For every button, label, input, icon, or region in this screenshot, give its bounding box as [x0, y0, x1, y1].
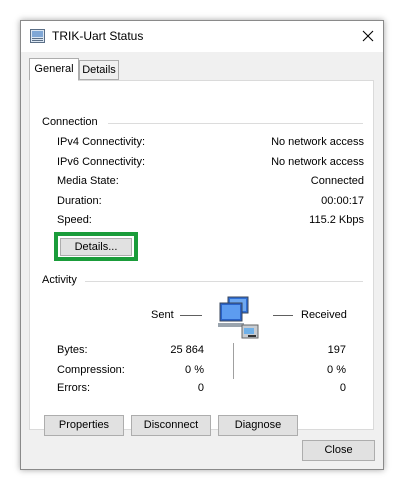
compression-received-value: 0 % [327, 364, 346, 376]
bytes-received-value: 197 [327, 344, 346, 356]
sent-dash [180, 315, 202, 316]
ipv4-label: IPv4 Connectivity: [57, 136, 146, 148]
ipv6-value: No network access [271, 156, 364, 168]
errors-label: Errors: [57, 382, 90, 394]
connection-heading: Connection [42, 116, 98, 128]
sent-label: Sent [151, 309, 174, 321]
properties-button[interactable]: Properties [44, 415, 124, 436]
details-button[interactable]: Details... [60, 238, 132, 256]
speed-label: Speed: [57, 214, 92, 226]
ipv4-value: No network access [271, 136, 364, 148]
status-dialog: TRIK-Uart Status General Details Connect… [20, 20, 384, 470]
activity-heading: Activity [42, 274, 77, 286]
duration-label: Duration: [57, 195, 102, 207]
ipv6-label: IPv6 Connectivity: [57, 156, 146, 168]
connection-divider [108, 123, 363, 124]
disconnect-button[interactable]: Disconnect [131, 415, 211, 436]
close-icon[interactable] [353, 21, 383, 52]
bytes-sent-value: 25 864 [170, 344, 204, 356]
window-title: TRIK-Uart Status [52, 29, 144, 43]
activity-divider [85, 281, 363, 282]
duration-value: 00:00:17 [321, 195, 364, 207]
tab-details[interactable]: Details [79, 60, 119, 80]
tab-general[interactable]: General [29, 58, 79, 81]
title-bar: TRIK-Uart Status [21, 21, 383, 52]
received-dash [273, 315, 293, 316]
errors-sent-value: 0 [197, 382, 204, 394]
bytes-label: Bytes: [57, 344, 88, 356]
diagnose-button[interactable]: Diagnose [218, 415, 298, 436]
received-label: Received [301, 309, 347, 321]
media-state-value: Connected [310, 175, 364, 187]
compression-sent-value: 0 % [185, 364, 204, 376]
compression-label: Compression: [57, 364, 125, 376]
general-tab-panel: Connection IPv4 Connectivity: No network… [29, 80, 374, 436]
activity-separator [233, 343, 234, 379]
network-connection-icon [30, 29, 45, 43]
errors-received-value: 0 [339, 382, 346, 394]
speed-value: 115.2 Kbps [309, 214, 364, 226]
media-state-label: Media State: [57, 175, 119, 187]
close-button[interactable]: Close [302, 440, 375, 461]
network-computers-icon [218, 296, 259, 339]
